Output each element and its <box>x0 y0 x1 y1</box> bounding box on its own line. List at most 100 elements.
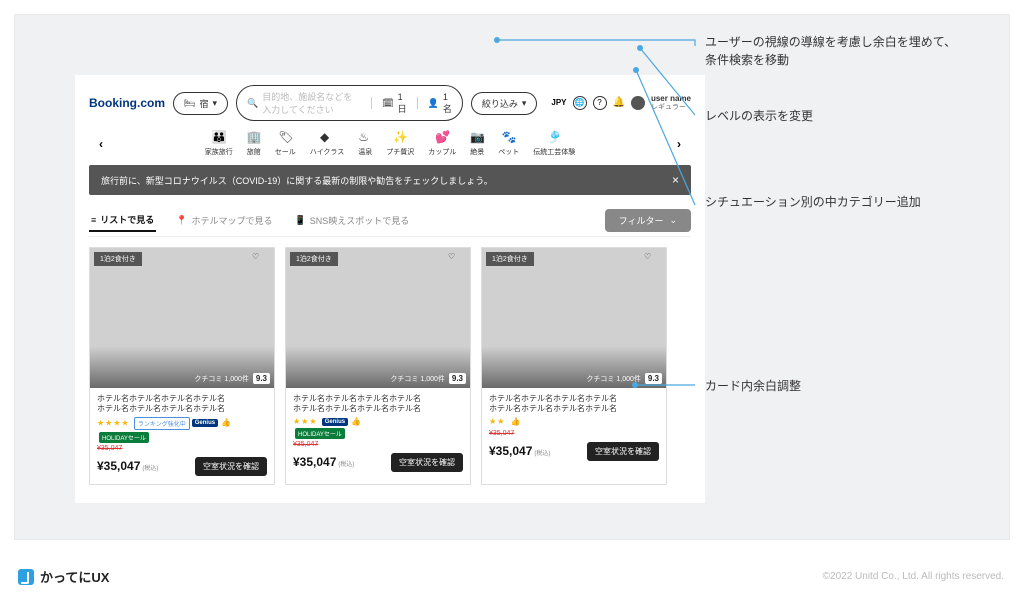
filter-button-label: フィルター <box>619 214 664 227</box>
badges-row: ★★★★ ランキング強化中Genius👍 <box>97 417 267 430</box>
annotation-2: レベルの表示を変更 <box>705 107 813 125</box>
footer-brand-label: かってにUX <box>40 567 109 586</box>
list-icon: ≡ <box>91 215 96 225</box>
stay-select[interactable]: 🛏 宿 ▾ <box>173 92 228 115</box>
heart-icon[interactable]: ♡ <box>448 252 466 270</box>
user-name: user name <box>651 95 691 104</box>
heart-icon[interactable]: ♡ <box>252 252 270 270</box>
tab-map[interactable]: 📍 ホテルマップで見る <box>174 210 274 231</box>
tab-list[interactable]: ≡ リストで見る <box>89 209 156 232</box>
search-icon: 🔍 <box>247 98 258 109</box>
badges-row: ★★ 👍 <box>489 417 659 426</box>
top-icons: JPY 🌐 ? 🔔 user name レギュラー <box>551 95 691 111</box>
heart-icon[interactable]: ♡ <box>644 252 662 270</box>
hotel-card[interactable]: 1泊2食付き ♡ クチコミ 1,000件 9.3 ホテル名ホテル名ホテル名ホテル… <box>89 247 275 485</box>
hotel-name: ホテル名ホテル名ホテル名ホテル名ホテル名ホテル名ホテル名ホテル名 <box>489 394 659 415</box>
availability-button[interactable]: 空室状況を確認 <box>195 457 267 476</box>
card-image: 1泊2食付き ♡ クチコミ 1,000件 9.3 <box>90 248 274 388</box>
date-label: 1日 <box>398 92 407 115</box>
paw-icon: 🐾 <box>502 131 516 145</box>
category-luxury[interactable]: ✨ プチ贅沢 <box>386 131 414 157</box>
phone-icon: 📱 <box>295 215 306 226</box>
search-pill[interactable]: 🔍 目的地、施設名などを入力してください 🗓 1日 👤 1名 <box>236 85 463 121</box>
bed-icon: 🛏 <box>184 98 195 109</box>
building-icon: 🏢 <box>247 131 261 145</box>
category-label: プチ贅沢 <box>386 147 414 157</box>
category-onsen[interactable]: ♨温泉 <box>358 131 372 157</box>
category-couple[interactable]: 💕カップル <box>428 131 456 157</box>
hotel-name: ホテル名ホテル名ホテル名ホテル名ホテル名ホテル名ホテル名ホテル名 <box>293 394 463 415</box>
filter-button[interactable]: フィルター ⌄ <box>605 209 691 232</box>
hotel-card[interactable]: 1泊2食付き ♡ クチコミ 1,000件 9.3 ホテル名ホテル名ホテル名ホテル… <box>285 247 471 485</box>
stay-label: 宿 <box>199 97 208 110</box>
camera-icon: 📷 <box>470 131 484 145</box>
promo-row: HOLIDAYセール <box>97 432 267 443</box>
star-rating: ★★ <box>489 417 505 426</box>
review-score: 9.3 <box>449 373 466 384</box>
category-label: 家族旅行 <box>205 147 233 157</box>
review-count: クチコミ 1,000件 <box>586 374 640 384</box>
help-icon[interactable]: ? <box>593 96 607 110</box>
topbar: Booking.com 🛏 宿 ▾ 🔍 目的地、施設名などを入力してください 🗓… <box>89 85 691 121</box>
canvas: Booking.com 🛏 宿 ▾ 🔍 目的地、施設名などを入力してください 🗓… <box>14 14 1010 540</box>
craft-icon: 🎐 <box>547 131 561 145</box>
person-icon: 👤 <box>428 98 439 109</box>
footer-brand: かってにUX <box>18 567 109 586</box>
category-label: 絶景 <box>470 147 484 157</box>
couple-icon: 💕 <box>435 131 449 145</box>
guests-label: 1名 <box>443 92 452 115</box>
tab-list-label: リストで見る <box>100 213 154 226</box>
star-rating: ★★★★ <box>97 418 130 427</box>
category-craft[interactable]: 🎐 伝統工芸体験 <box>533 131 575 157</box>
meal-badge: 1泊2食付き <box>486 252 534 266</box>
filter-pill[interactable]: 絞り込み ▾ <box>471 92 538 115</box>
user-block[interactable]: user name レギュラー <box>651 95 691 111</box>
bell-icon[interactable]: 🔔 <box>613 97 625 108</box>
card-image: 1泊2食付き ♡ クチコミ 1,000件 9.3 <box>482 248 666 388</box>
user-level: レギュラー <box>651 104 691 112</box>
price: ¥35,047(税込) <box>97 459 158 473</box>
copyright: ©2022 Unitd Co., Ltd. All rights reserve… <box>823 571 1004 582</box>
family-icon: 👪 <box>212 131 226 145</box>
availability-button[interactable]: 空室状況を確認 <box>587 442 659 461</box>
avatar[interactable] <box>631 96 645 110</box>
calendar-icon: 🗓 <box>382 98 393 109</box>
banner-text: 旅行前に、新型コロナウイルス（COVID-19）に関する最新の制限や勧告をチェッ… <box>101 174 493 187</box>
price: ¥35,047(税込) <box>293 455 354 469</box>
category-family[interactable]: 👪 家族旅行 <box>205 131 233 157</box>
chevron-down-icon: ▾ <box>212 98 217 109</box>
pin-icon: 📍 <box>176 215 187 226</box>
category-scroller: ‹ 👪 家族旅行 🏢旅館 🏷セール ◆ハイクラス ♨温泉 ✨ プチ贅沢 💕カップル 📷 絶景 🐾ペット… <box>89 131 691 157</box>
close-icon[interactable]: × <box>672 173 679 187</box>
covid-banner: 旅行前に、新型コロナウイルス（COVID-19）に関する最新の制限や勧告をチェッ… <box>89 165 691 195</box>
hotel-card[interactable]: 1泊2食付き ♡ クチコミ 1,000件 9.3 ホテル名ホテル名ホテル名ホテル… <box>481 247 667 485</box>
tab-map-label: ホテルマップで見る <box>192 214 273 227</box>
category-paw[interactable]: 🐾ペット <box>498 131 519 157</box>
annotation-4: カード内余白調整 <box>705 377 801 395</box>
availability-button[interactable]: 空室状況を確認 <box>391 453 463 472</box>
category-label: 伝統工芸体験 <box>533 147 575 157</box>
review-score: 9.3 <box>253 373 270 384</box>
category-building[interactable]: 🏢旅館 <box>247 131 261 157</box>
luxury-icon: ✨ <box>393 131 407 145</box>
tab-sns[interactable]: 📱 SNS映えスポットで見る <box>293 210 412 231</box>
language-icon[interactable]: 🌐 <box>573 96 587 110</box>
diamond-icon: ◆ <box>320 131 334 145</box>
category-sale[interactable]: 🏷セール <box>275 131 296 157</box>
chevron-left-icon[interactable]: ‹ <box>95 137 107 151</box>
chevron-down-icon: ⌄ <box>669 215 677 226</box>
category-diamond[interactable]: ◆ハイクラス <box>310 131 345 157</box>
promo-row: HOLIDAYセール <box>293 428 463 439</box>
app-mockup: Booking.com 🛏 宿 ▾ 🔍 目的地、施設名などを入力してください 🗓… <box>75 75 705 503</box>
thumb-icon: 👍 <box>511 417 521 426</box>
meal-badge: 1泊2食付き <box>94 252 142 266</box>
category-label: 温泉 <box>358 147 372 157</box>
card-image: 1泊2食付き ♡ クチコミ 1,000件 9.3 <box>286 248 470 388</box>
card-row: 1泊2食付き ♡ クチコミ 1,000件 9.3 ホテル名ホテル名ホテル名ホテル… <box>89 247 691 485</box>
review-score: 9.3 <box>645 373 662 384</box>
chevron-right-icon[interactable]: › <box>673 137 685 151</box>
meal-badge: 1泊2食付き <box>290 252 338 266</box>
currency-label[interactable]: JPY <box>551 98 566 107</box>
category-camera[interactable]: 📷 絶景 <box>470 131 484 157</box>
tab-sns-label: SNS映えスポットで見る <box>310 214 410 227</box>
